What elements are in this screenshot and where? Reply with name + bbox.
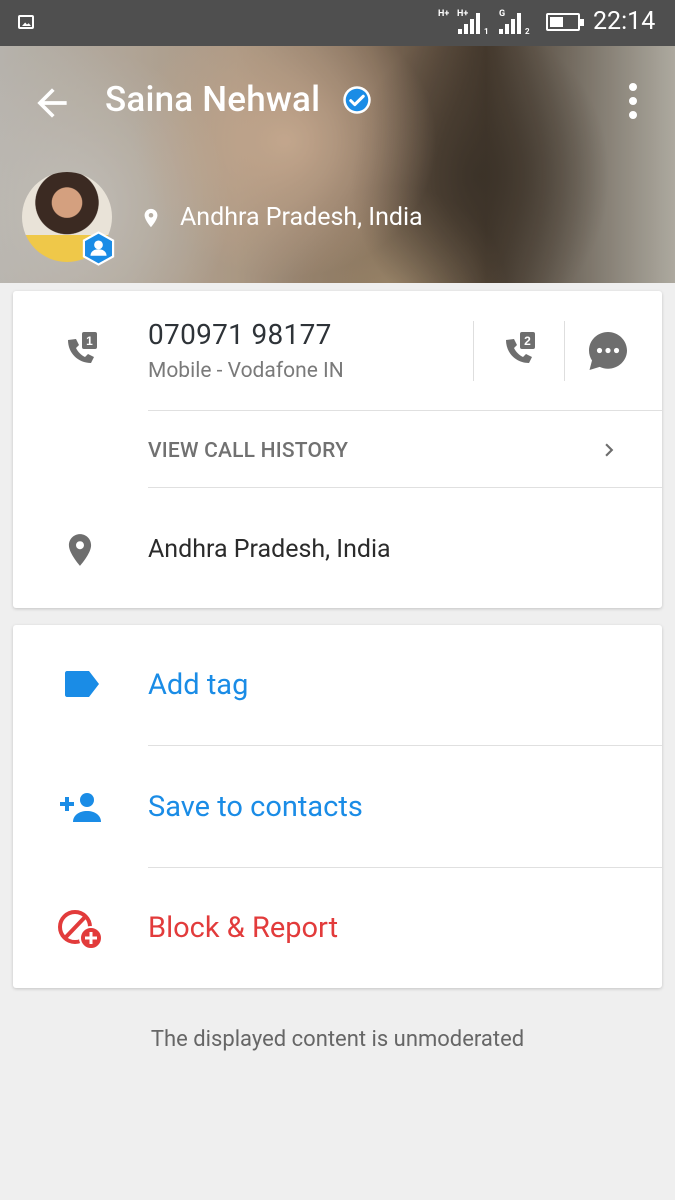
header-location: Andhra Pradesh, India [180,203,423,232]
location-pin-icon [68,534,92,566]
block-report-label: Block & Report [148,911,339,945]
gallery-notification-icon [18,15,34,29]
status-bar: H+ H+ 1 G 2 22:14 [0,0,675,46]
call-sim1-button[interactable]: 1 [57,328,103,374]
sim2-number: 2 [524,334,531,348]
phone-number[interactable]: 070971 98177 [148,318,332,351]
verified-icon [343,86,371,114]
vertical-divider [473,321,474,381]
save-to-contacts-label: Save to contacts [148,790,363,824]
signal-2-icon [499,13,521,34]
message-icon [589,332,627,370]
call-sim2-button[interactable]: 2 [495,328,541,374]
message-button[interactable] [586,329,630,373]
profile-badge-icon [82,231,115,266]
tag-icon [65,671,99,697]
add-tag-button[interactable]: Add tag [13,625,662,745]
sim2-label: 2 [525,27,530,36]
person-add-icon [60,793,101,822]
add-tag-label: Add tag [148,668,249,702]
vertical-divider [564,321,565,381]
battery-icon [546,13,584,31]
chevron-right-icon [605,443,614,457]
block-report-button[interactable]: Block & Report [13,868,662,988]
contact-name: Saina Nehwal [105,79,321,120]
sim1-call-icon: 1 [68,332,97,363]
divider [148,487,662,488]
back-button[interactable] [30,81,74,125]
sim1-label: 1 [484,27,489,36]
actions-card: Add tag Save to contacts Block & Report [13,625,662,988]
more-options-button[interactable] [615,79,651,123]
sim2-call-icon: 2 [506,332,535,363]
sim1-number: 1 [86,334,93,348]
signal-1-icon [458,13,480,34]
block-icon [58,910,103,950]
disclaimer-text: The displayed content is unmoderated [150,1027,525,1052]
address-text: Andhra Pradesh, India [148,535,391,564]
clock: 22:14 [593,7,656,36]
contact-details-card: 1 070971 98177 Mobile - Vodafone IN 2 VI… [13,291,662,608]
location-pin-icon [144,208,158,228]
divider [148,410,662,411]
more-vert-icon [629,83,637,119]
save-to-contacts-button[interactable]: Save to contacts [13,746,662,867]
back-arrow-icon [37,88,67,118]
profile-header: Saina Nehwal Andhra Pradesh, India [0,46,675,283]
view-call-history-button[interactable]: VIEW CALL HISTORY [148,439,348,463]
phone-carrier: Mobile - Vodafone IN [148,359,344,383]
network-type-1: H+ [438,9,450,19]
